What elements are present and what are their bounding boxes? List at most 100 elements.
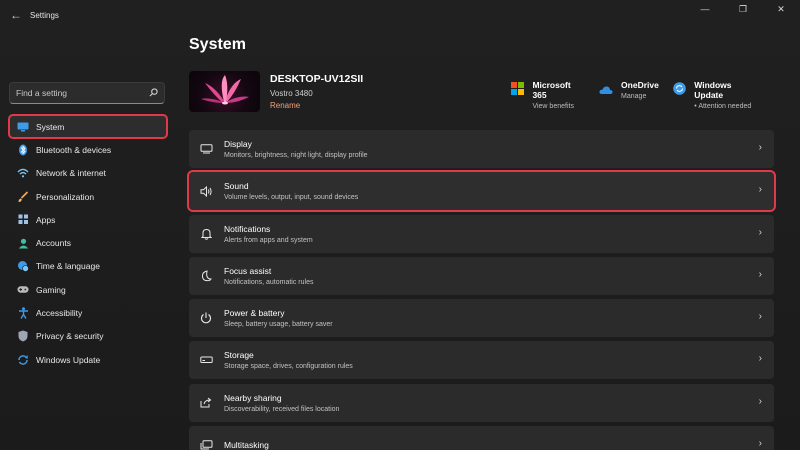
attention-status: Attention needed [698,103,752,110]
globe-clock-icon [17,260,29,273]
multitask-icon [199,438,213,450]
maximize-icon: ❐ [738,3,748,14]
chevron-right-icon: › [758,184,762,196]
close-button[interactable]: ✕ [762,0,800,18]
card-subtitle: Volume levels, output, input, sound devi… [224,194,359,202]
back-button[interactable]: ← [2,1,30,29]
settings-card-multitasking[interactable]: Multitasking › [189,426,774,450]
sidebar-item-label: Network & internet [36,168,106,179]
sidebar-item-label: Gaming [36,284,66,295]
sidebar-item-time-language[interactable]: Time & language [9,255,167,278]
sidebar-item-accessibility[interactable]: Accessibility [9,301,167,324]
card-subtitle: Monitors, brightness, night light, displ… [224,152,368,159]
settings-card-power-battery[interactable]: Power & battery Sleep, battery usage, ba… [189,299,774,338]
back-arrow-icon: ← [10,8,22,22]
main-content: System DESKTOP-UV12SII Vostro 3480 Renam… [187,30,776,450]
settings-card-notifications[interactable]: Notifications Alerts from apps and syste… [189,214,774,253]
card-subtitle: Notifications, automatic rules [224,278,314,286]
person-icon [17,237,29,249]
display-icon [199,142,213,156]
office-icon [511,82,524,96]
minimize-button[interactable]: — [686,0,724,18]
sidebar-item-gaming[interactable]: Gaming [9,278,167,301]
card-title: Notifications [224,223,271,234]
card-title: Display [224,139,252,149]
sidebar-item-label: Accounts [36,238,71,249]
sidebar-item-bluetooth[interactable]: Bluetooth & devices [9,138,167,161]
settings-card-sound[interactable]: Sound Volume levels, output, input, soun… [187,170,776,213]
settings-window: ← Settings — ❐ ✕ System [0,0,800,450]
card-title: Multitasking [224,440,269,450]
sidebar-item-label: Time & language [36,261,100,272]
storage-icon [199,353,213,367]
card-title: Sound [224,181,249,192]
quick-link-subtitle: • Attention needed [694,103,752,110]
sidebar-item-label: Bluetooth & devices [36,144,112,155]
card-subtitle: Alerts from apps and system [224,236,313,244]
settings-card-display[interactable]: Display Monitors, brightness, night ligh… [189,130,774,168]
card-title: Nearby sharing [224,392,282,403]
settings-card-storage[interactable]: Storage Storage space, drives, configura… [189,341,774,380]
moon-icon [199,269,213,283]
chevron-right-icon: › [758,395,762,407]
sidebar-item-label: Windows Update [36,354,101,365]
search-input[interactable] [16,88,149,98]
brush-icon [17,190,29,203]
sidebar-item-personalization[interactable]: Personalization [9,185,167,208]
card-title: Storage [224,350,254,361]
share-icon [199,396,213,410]
close-icon: ✕ [777,3,785,14]
minimize-icon: — [700,4,710,14]
sidebar-item-label: Personalization [36,191,95,202]
device-summary: DESKTOP-UV12SII Vostro 3480 Rename [189,71,363,113]
quick-link-title: Microsoft 365 [532,80,571,100]
quick-link-windows-update[interactable]: Windows Update • Attention needed [673,80,760,110]
sidebar-item-system[interactable]: System [8,113,168,140]
sidebar-item-label: System [36,121,65,132]
device-name: DESKTOP-UV12SII [270,73,364,85]
sidebar-item-label: Privacy & security [36,331,104,342]
settings-list: Display Monitors, brightness, night ligh… [187,130,776,450]
sidebar-item-network[interactable]: Network & internet [9,162,167,185]
sidebar-item-apps[interactable]: Apps [9,208,167,231]
quick-links: Microsoft 365 View benefits OneDrive Man… [511,80,774,110]
device-info: DESKTOP-UV12SII Vostro 3480 Rename [270,73,363,113]
onedrive-icon [599,82,613,96]
device-model: Vostro 3480 [270,89,313,98]
desktop-wallpaper-thumbnail [189,71,260,112]
shield-icon [17,330,29,342]
rename-link[interactable]: Rename [270,101,363,110]
sidebar-item-label: Apps [36,214,56,225]
chevron-right-icon: › [758,311,762,323]
settings-card-focus-assist[interactable]: Focus assist Notifications, automatic ru… [189,256,774,295]
search-icon[interactable] [149,87,158,99]
sidebar-item-windows-update[interactable]: Windows Update [9,348,167,371]
sidebar-item-accounts[interactable]: Accounts [9,231,167,254]
monitor-icon [17,121,29,133]
page-title: System [189,36,246,53]
card-subtitle: Sleep, battery usage, battery saver [224,321,333,329]
card-subtitle: Discoverability, received files location [224,405,340,413]
quick-link-title: OneDrive [621,80,659,90]
app-title: Settings [30,10,59,20]
sidebar-item-privacy-security[interactable]: Privacy & security [9,325,167,348]
search-box[interactable] [9,82,165,104]
card-subtitle: Storage space, drives, configuration rul… [224,363,353,371]
quick-link-onedrive[interactable]: OneDrive Manage [599,80,659,110]
settings-card-nearby-sharing[interactable]: Nearby sharing Discoverability, received… [189,383,774,422]
chevron-right-icon: › [758,438,762,450]
card-title: Power & battery [224,308,285,319]
quick-link-subtitle: View benefits [532,103,574,110]
sidebar: System Bluetooth & devices Network & int… [0,30,178,450]
speaker-icon [199,184,213,198]
sidebar-nav: System Bluetooth & devices Network & int… [8,113,168,371]
wifi-icon [17,167,29,179]
maximize-button[interactable]: ❐ [724,0,762,18]
window-controls: — ❐ ✕ [686,0,800,30]
chevron-right-icon: › [758,142,762,153]
title-bar: ← Settings — ❐ ✕ [0,0,800,30]
apps-icon [17,214,29,226]
windows-update-icon [673,82,686,96]
quick-link-microsoft-365[interactable]: Microsoft 365 View benefits [511,80,585,110]
power-icon [199,311,213,325]
